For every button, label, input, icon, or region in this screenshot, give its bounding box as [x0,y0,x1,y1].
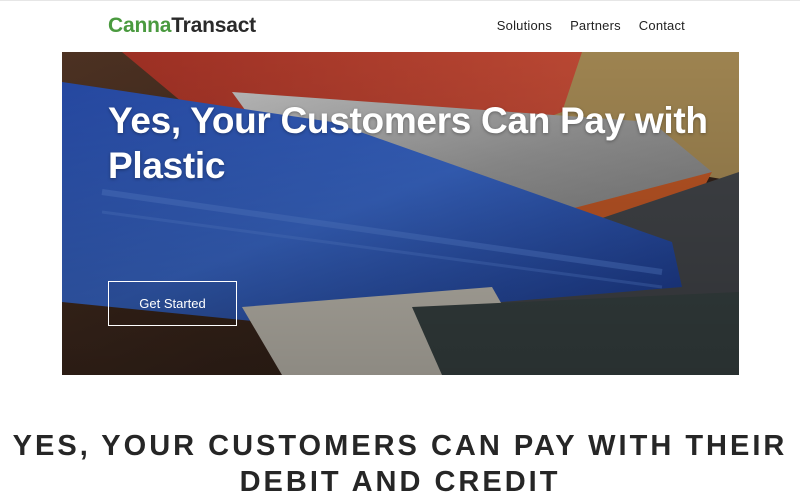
section-heading: YES, YOUR CUSTOMERS CAN PAY WITH THEIR D… [12,430,788,498]
nav-link-solutions[interactable]: Solutions [497,18,552,34]
nav-link-contact[interactable]: Contact [639,18,685,34]
logo-text-transact: Transact [171,14,256,37]
logo-text-canna: Canna [108,14,172,37]
hero-title: Yes, Your Customers Can Pay with Plastic [108,100,708,186]
nav-link-partners[interactable]: Partners [570,18,621,34]
get-started-button[interactable]: Get Started [108,281,237,326]
site-header: CannaTransact Solutions Partners Contact [0,0,800,52]
brand-logo[interactable]: CannaTransact [108,13,256,39]
hero-banner: Yes, Your Customers Can Pay with Plastic… [62,52,739,375]
main-nav: Solutions Partners Contact [497,18,685,34]
